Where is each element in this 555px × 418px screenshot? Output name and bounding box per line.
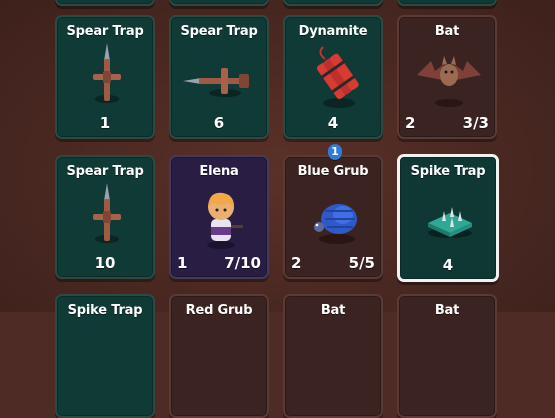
dynamite-icon	[316, 46, 359, 108]
card-title: Spike Trap	[67, 303, 143, 318]
card-title: Dynamite	[298, 24, 368, 39]
spear-trap-icon	[183, 68, 249, 97]
card-bat[interactable]: Bat 2 3/3	[397, 15, 497, 139]
card-level: 2	[291, 254, 302, 272]
card-bat[interactable]: Bat	[283, 294, 383, 418]
card-spear-trap[interactable]: Spear Trap 1	[55, 15, 155, 139]
card-top-edge-2[interactable]	[169, 0, 269, 6]
card-top-edge-4[interactable]	[397, 0, 497, 6]
card-top-edge-3[interactable]	[283, 0, 383, 6]
spear-trap-icon	[93, 183, 121, 243]
card-title: Bat	[434, 24, 460, 39]
card-count: 4	[327, 114, 339, 132]
card-level: 2	[405, 114, 416, 132]
card-title: Bat	[434, 303, 460, 318]
card-title: Spear Trap	[66, 24, 144, 39]
card-title: Spear Trap	[180, 24, 258, 39]
spike-trap-icon	[428, 207, 472, 238]
new-badge: 1	[328, 144, 342, 160]
card-title: Bat	[320, 303, 346, 318]
card-spear-trap[interactable]: Spear Trap 6	[169, 15, 269, 139]
spear-trap-icon	[93, 43, 121, 103]
blue-grub-icon	[314, 204, 357, 244]
card-title: Elena	[199, 164, 239, 179]
card-spike-trap[interactable]: Spike Trap	[55, 294, 155, 418]
card-progress: 7/10	[224, 254, 261, 272]
card-progress: 3/3	[462, 114, 489, 132]
card-level: 1	[177, 254, 188, 272]
card-title: Spike Trap	[410, 164, 486, 179]
card-red-grub[interactable]: Red Grub	[169, 294, 269, 418]
card-count: 1	[99, 114, 111, 132]
card-count: 4	[442, 256, 454, 274]
elena-hero-icon	[207, 192, 243, 249]
card-elena[interactable]: Elena 1 7/10	[169, 155, 269, 279]
card-count: 10	[94, 254, 116, 272]
card-bat[interactable]: Bat	[397, 294, 497, 418]
card-title: Red Grub	[185, 303, 253, 318]
card-count: 6	[213, 114, 225, 132]
bat-icon	[417, 56, 481, 107]
card-blue-grub[interactable]: Blue Grub 2 5/5	[283, 155, 383, 279]
card-spike-trap-selected[interactable]: Spike Trap 4	[397, 154, 499, 282]
card-dynamite[interactable]: Dynamite 4	[283, 15, 383, 139]
card-title: Spear Trap	[66, 164, 144, 179]
card-top-edge-1[interactable]	[55, 0, 155, 6]
card-progress: 5/5	[348, 254, 375, 272]
card-title: Blue Grub	[297, 164, 369, 179]
card-spear-trap[interactable]: Spear Trap 10	[55, 155, 155, 279]
